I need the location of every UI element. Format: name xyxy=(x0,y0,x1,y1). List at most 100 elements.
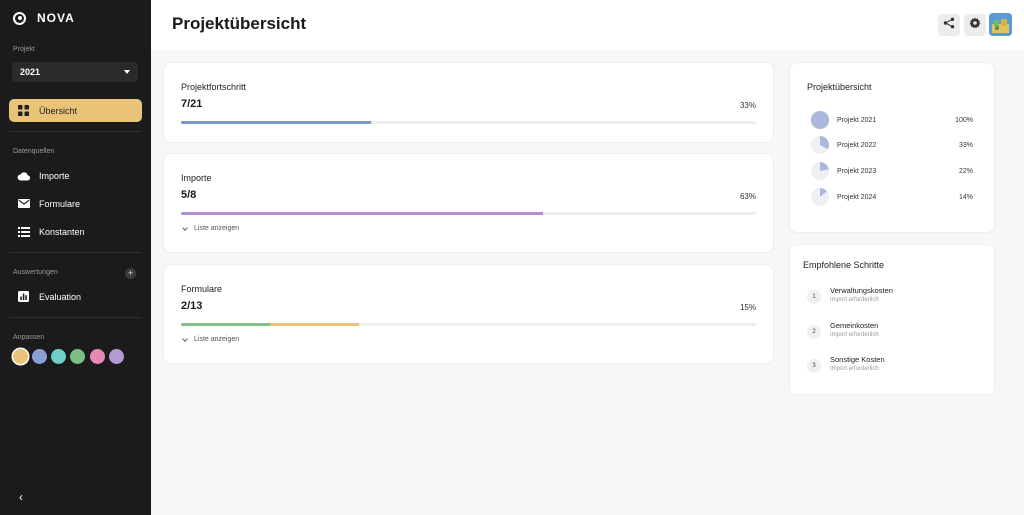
progress-track xyxy=(181,212,756,215)
project-percent: 100% xyxy=(955,116,973,124)
logo-icon xyxy=(13,11,26,25)
grid-icon xyxy=(17,104,30,117)
card-count: 5/8 xyxy=(181,189,197,201)
project-name: Projekt 2024 xyxy=(837,193,877,201)
step-number: 2 xyxy=(807,325,821,339)
share-button[interactable] xyxy=(938,14,960,36)
project-row[interactable]: Projekt 2021 100% xyxy=(811,111,973,129)
step-title: Sonstige Kosten xyxy=(830,355,885,364)
color-swatch[interactable] xyxy=(32,349,47,364)
pie-progress-icon xyxy=(811,188,829,206)
project-name: Projekt 2023 xyxy=(837,167,877,175)
progress-track xyxy=(181,323,756,326)
sidebar-item-label: Importe xyxy=(39,170,70,181)
card-count: 2/13 xyxy=(181,300,203,312)
step-number: 1 xyxy=(807,290,821,304)
sidebar: NOVA Projekt 2021 Übersicht Datenquellen… xyxy=(0,0,151,515)
color-swatch[interactable] xyxy=(109,349,124,364)
evaluations-label: Auswertungen xyxy=(13,269,58,276)
show-list-link[interactable]: Liste anzeigen xyxy=(182,224,240,232)
project-row[interactable]: Projekt 2022 33% xyxy=(811,136,973,154)
progress-fill xyxy=(270,323,360,326)
card-percent: 63% xyxy=(739,192,756,201)
sidebar-item-label: Formulare xyxy=(39,198,81,209)
datasources-label: Datenquellen xyxy=(13,148,55,155)
show-list-label: Liste anzeigen xyxy=(194,225,240,232)
sidebar-item-uebersicht[interactable]: Übersicht xyxy=(9,99,142,122)
card-title: Formulare xyxy=(181,284,223,294)
sidebar-item-label: Konstanten xyxy=(39,226,85,237)
show-list-link[interactable]: Liste anzeigen xyxy=(182,335,240,343)
sidebar-item-label: Evaluation xyxy=(39,291,82,302)
add-evaluation-button[interactable]: + xyxy=(125,268,136,279)
project-overview-card: Projektübersicht Projekt 2021 100% Projekt… xyxy=(790,63,994,232)
project-row[interactable]: Projekt 2023 22% xyxy=(811,162,973,180)
color-swatch[interactable] xyxy=(90,349,105,364)
gear-icon xyxy=(969,16,981,34)
year-select[interactable]: 2021 xyxy=(12,62,138,82)
app-name: NOVA xyxy=(37,11,75,25)
step-number: 3 xyxy=(807,359,821,373)
customize-label: Anpassen xyxy=(13,334,45,341)
color-swatch[interactable] xyxy=(51,349,66,364)
project-percent: 33% xyxy=(958,141,973,149)
project-percent: 22% xyxy=(958,167,973,175)
sidebar-item-konstanten[interactable]: Konstanten xyxy=(9,220,142,243)
step-item[interactable]: 3 Sonstige Kosten Import erforderlich xyxy=(807,355,987,379)
forms-card: Formulare 2/13 15% Liste anzeigen xyxy=(164,265,773,363)
chevron-down-icon xyxy=(182,224,188,231)
sidebar-item-formulare[interactable]: Formulare xyxy=(9,192,142,215)
pie-progress-icon xyxy=(811,162,829,180)
card-title: Projektfortschritt xyxy=(181,82,247,92)
mail-icon xyxy=(17,197,30,210)
step-subtitle: Import erforderlich xyxy=(830,366,879,372)
project-percent: 14% xyxy=(958,193,973,201)
steps-title: Empfohlene Schritte xyxy=(803,260,885,270)
progress-fill xyxy=(181,212,544,215)
avatar[interactable] xyxy=(989,13,1012,36)
color-swatch[interactable] xyxy=(70,349,85,364)
app-logo[interactable]: NOVA xyxy=(13,11,75,25)
sidebar-item-importe[interactable]: Importe xyxy=(9,164,142,187)
share-icon xyxy=(943,16,955,34)
project-row[interactable]: Projekt 2024 14% xyxy=(811,188,973,206)
project-name: Projekt 2021 xyxy=(837,116,877,124)
settings-button[interactable] xyxy=(964,14,986,36)
card-percent: 15% xyxy=(739,303,756,312)
project-label: Projekt xyxy=(13,46,35,53)
color-swatch[interactable] xyxy=(13,349,28,364)
step-item[interactable]: 2 Gemeinkosten Import erforderlich xyxy=(807,321,987,345)
divider xyxy=(9,317,142,318)
pie-progress-icon xyxy=(811,111,829,129)
card-title: Importe xyxy=(181,173,212,183)
step-title: Verwaltungskosten xyxy=(830,286,893,295)
step-subtitle: Import erforderlich xyxy=(830,332,879,338)
cloud-icon xyxy=(17,169,30,182)
overview-title: Projektübersicht xyxy=(807,82,872,92)
step-title: Gemeinkosten xyxy=(830,321,879,330)
caret-down-icon xyxy=(124,70,130,74)
step-subtitle: Import erforderlich xyxy=(830,297,879,303)
divider xyxy=(9,252,142,253)
progress-fill xyxy=(181,121,371,124)
list-icon xyxy=(17,225,30,238)
page-title: Projektübersicht xyxy=(172,14,307,33)
sidebar-item-label: Übersicht xyxy=(39,105,78,116)
project-progress-card: Projektfortschritt 7/21 33% xyxy=(164,63,773,142)
collapse-sidebar-icon[interactable]: ‹ xyxy=(19,490,23,504)
card-count: 7/21 xyxy=(181,98,203,110)
chevron-down-icon xyxy=(182,335,188,342)
year-select-value: 2021 xyxy=(20,67,41,77)
divider xyxy=(9,131,142,132)
imports-card: Importe 5/8 63% Liste anzeigen xyxy=(164,154,773,252)
card-percent: 33% xyxy=(739,101,756,110)
sidebar-item-evaluation[interactable]: Evaluation xyxy=(9,285,142,308)
progress-fill xyxy=(181,323,271,326)
pie-progress-icon xyxy=(811,136,829,154)
recommended-steps-card: Empfohlene Schritte 1 Verwaltungskosten Im… xyxy=(790,245,994,394)
chart-icon xyxy=(17,290,30,303)
step-item[interactable]: 1 Verwaltungskosten Import erforderlich xyxy=(807,286,987,310)
pie-slice xyxy=(811,111,829,129)
show-list-label: Liste anzeigen xyxy=(194,336,240,343)
progress-track xyxy=(181,121,756,124)
